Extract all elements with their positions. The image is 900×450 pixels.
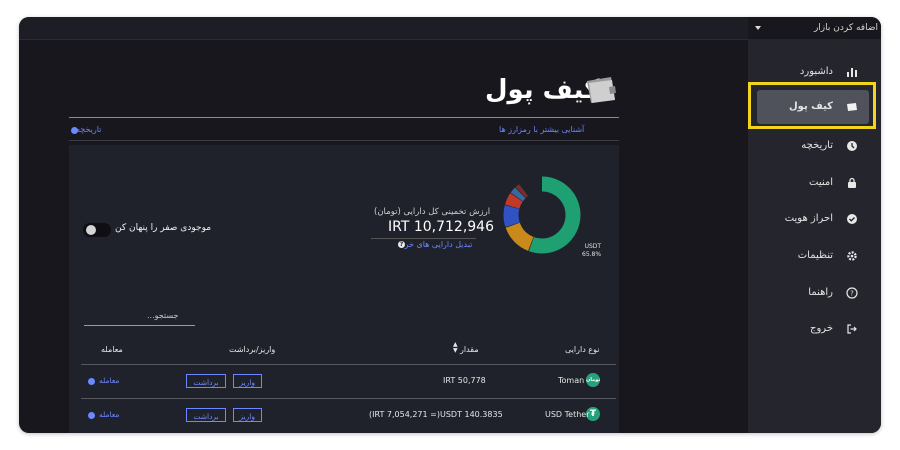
- top-bar: [19, 17, 748, 40]
- divider: [371, 238, 476, 239]
- wallet-icon: [584, 75, 618, 105]
- sort-icon[interactable]: ▲ ▼: [453, 342, 458, 354]
- sidebar-item-label: امنیت: [809, 177, 833, 188]
- divider: [69, 140, 619, 141]
- learn-more-link[interactable]: آشنایی بیشتر با رمزارز ها: [499, 125, 584, 134]
- trade-icon[interactable]: [88, 378, 95, 385]
- app-window: اضافه کردن بازار داشبورد کیف پول تاریخچه…: [19, 17, 881, 433]
- sidebar-item-label: تاریخچه: [801, 140, 833, 151]
- trade-link[interactable]: معامله: [99, 376, 119, 385]
- history-dot-icon: [71, 127, 78, 134]
- sidebar-item-label: احراز هویت: [784, 213, 833, 224]
- sidebar: اضافه کردن بازار داشبورد کیف پول تاریخچه…: [748, 17, 881, 433]
- column-header-asset: نوع دارایی: [565, 345, 600, 354]
- toggle-knob: [86, 225, 96, 235]
- sidebar-item-security[interactable]: امنیت: [748, 173, 881, 195]
- column-header-amount[interactable]: مقدار: [460, 345, 479, 354]
- column-header-trade: معامله: [101, 345, 123, 354]
- gear-icon: [846, 250, 858, 262]
- sidebar-item-dashboard[interactable]: داشبورد: [748, 62, 881, 84]
- trade-link[interactable]: معامله: [99, 410, 119, 419]
- toman-coin-icon: تومان: [586, 373, 600, 387]
- chart-annotation-percent: 65.8%: [582, 251, 602, 258]
- sidebar-item-label: راهنما: [808, 287, 833, 298]
- add-market-dropdown[interactable]: اضافه کردن بازار: [748, 17, 881, 39]
- withdraw-button[interactable]: برداشت: [186, 374, 226, 388]
- logout-icon: [846, 323, 858, 335]
- sidebar-item-history[interactable]: تاریخچه: [748, 136, 881, 158]
- history-link[interactable]: تاریخچه: [76, 125, 101, 134]
- hide-zero-toggle[interactable]: [83, 223, 111, 237]
- row-divider: [81, 398, 616, 399]
- asset-name: USD Tether: [545, 410, 590, 419]
- chevron-down-icon: [755, 26, 761, 30]
- sidebar-item-logout[interactable]: خروج: [748, 319, 881, 341]
- search-underline: [84, 325, 195, 326]
- withdraw-button[interactable]: برداشت: [186, 408, 226, 422]
- chart-annotation-asset: USDT: [584, 243, 602, 250]
- sidebar-item-identity[interactable]: احراز هویت: [748, 209, 881, 231]
- sidebar-item-wallet[interactable]: کیف پول: [748, 97, 881, 119]
- asset-amount: (IRT 7,054,271 =)USDT 140.3835: [369, 410, 503, 419]
- svg-text:?: ?: [850, 290, 854, 298]
- estimated-value-label: ارزش تخمینی کل دارایی (تومان): [374, 207, 491, 217]
- convert-small-assets-link[interactable]: تبدیل دارایی های خرد: [401, 240, 472, 249]
- sidebar-item-label: تنظیمات: [797, 250, 833, 261]
- history-icon: [846, 140, 858, 152]
- search-input[interactable]: جستجو...: [147, 311, 178, 320]
- hide-zero-label: موجودی صفر را پنهان کن: [115, 223, 212, 233]
- divider: [69, 117, 619, 118]
- lock-icon: [846, 177, 858, 189]
- help-icon[interactable]: ?: [398, 241, 405, 248]
- verified-icon: [846, 213, 858, 225]
- column-header-deposit-withdraw: واریز/برداشت: [229, 345, 276, 354]
- asset-name: Toman: [558, 376, 585, 385]
- sidebar-item-label: کیف پول: [789, 101, 833, 112]
- chart-slice-label: USDT 65.8%: [582, 243, 601, 259]
- asset-amount: IRT 50,778: [443, 376, 486, 385]
- deposit-button[interactable]: واریز: [233, 408, 262, 422]
- row-divider: [81, 364, 616, 365]
- page-title: کیف پول: [485, 75, 600, 105]
- sidebar-item-help[interactable]: راهنما ?: [748, 283, 881, 305]
- deposit-button[interactable]: واریز: [233, 374, 262, 388]
- sidebar-item-settings[interactable]: تنظیمات: [748, 246, 881, 268]
- sidebar-item-label: خروج: [810, 323, 833, 334]
- wallet-icon: [846, 101, 858, 113]
- sidebar-item-label: داشبورد: [799, 66, 833, 77]
- bar-chart-icon: [846, 66, 858, 78]
- asset-donut-chart: [503, 176, 581, 254]
- help-icon: ?: [846, 287, 858, 299]
- estimated-value: IRT 10,712,946: [388, 219, 494, 235]
- trade-icon[interactable]: [88, 412, 95, 419]
- add-market-label: اضافه کردن بازار: [813, 23, 878, 33]
